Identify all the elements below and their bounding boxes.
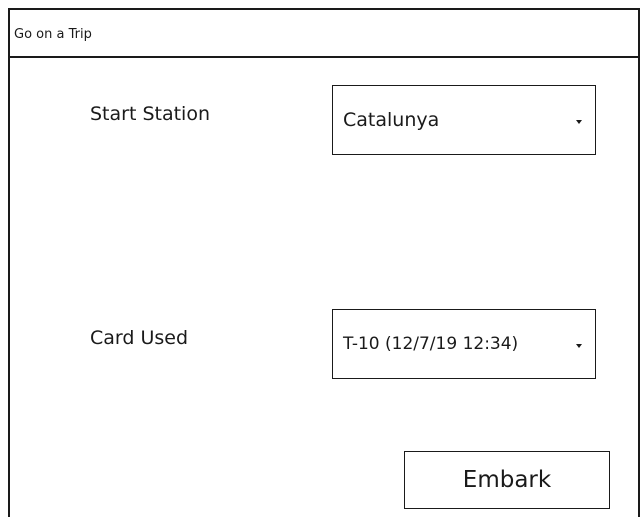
start-station-label: Start Station (90, 103, 211, 125)
chevron-down-icon (576, 120, 582, 124)
embark-button[interactable]: Embark (404, 451, 610, 509)
start-station-select[interactable]: Catalunya (332, 85, 596, 155)
trip-window: Go on a Trip Start Station Catalunya Car… (8, 8, 640, 517)
chevron-down-icon (576, 344, 582, 348)
card-used-value: T-10 (12/7/19 12:34) (343, 334, 519, 354)
embark-button-label: Embark (462, 467, 552, 493)
card-used-select[interactable]: T-10 (12/7/19 12:34) (332, 309, 596, 379)
start-station-value: Catalunya (343, 109, 440, 131)
card-used-label: Card Used (90, 327, 189, 349)
title-bar: Go on a Trip (10, 10, 638, 58)
window-title: Go on a Trip (14, 27, 92, 42)
